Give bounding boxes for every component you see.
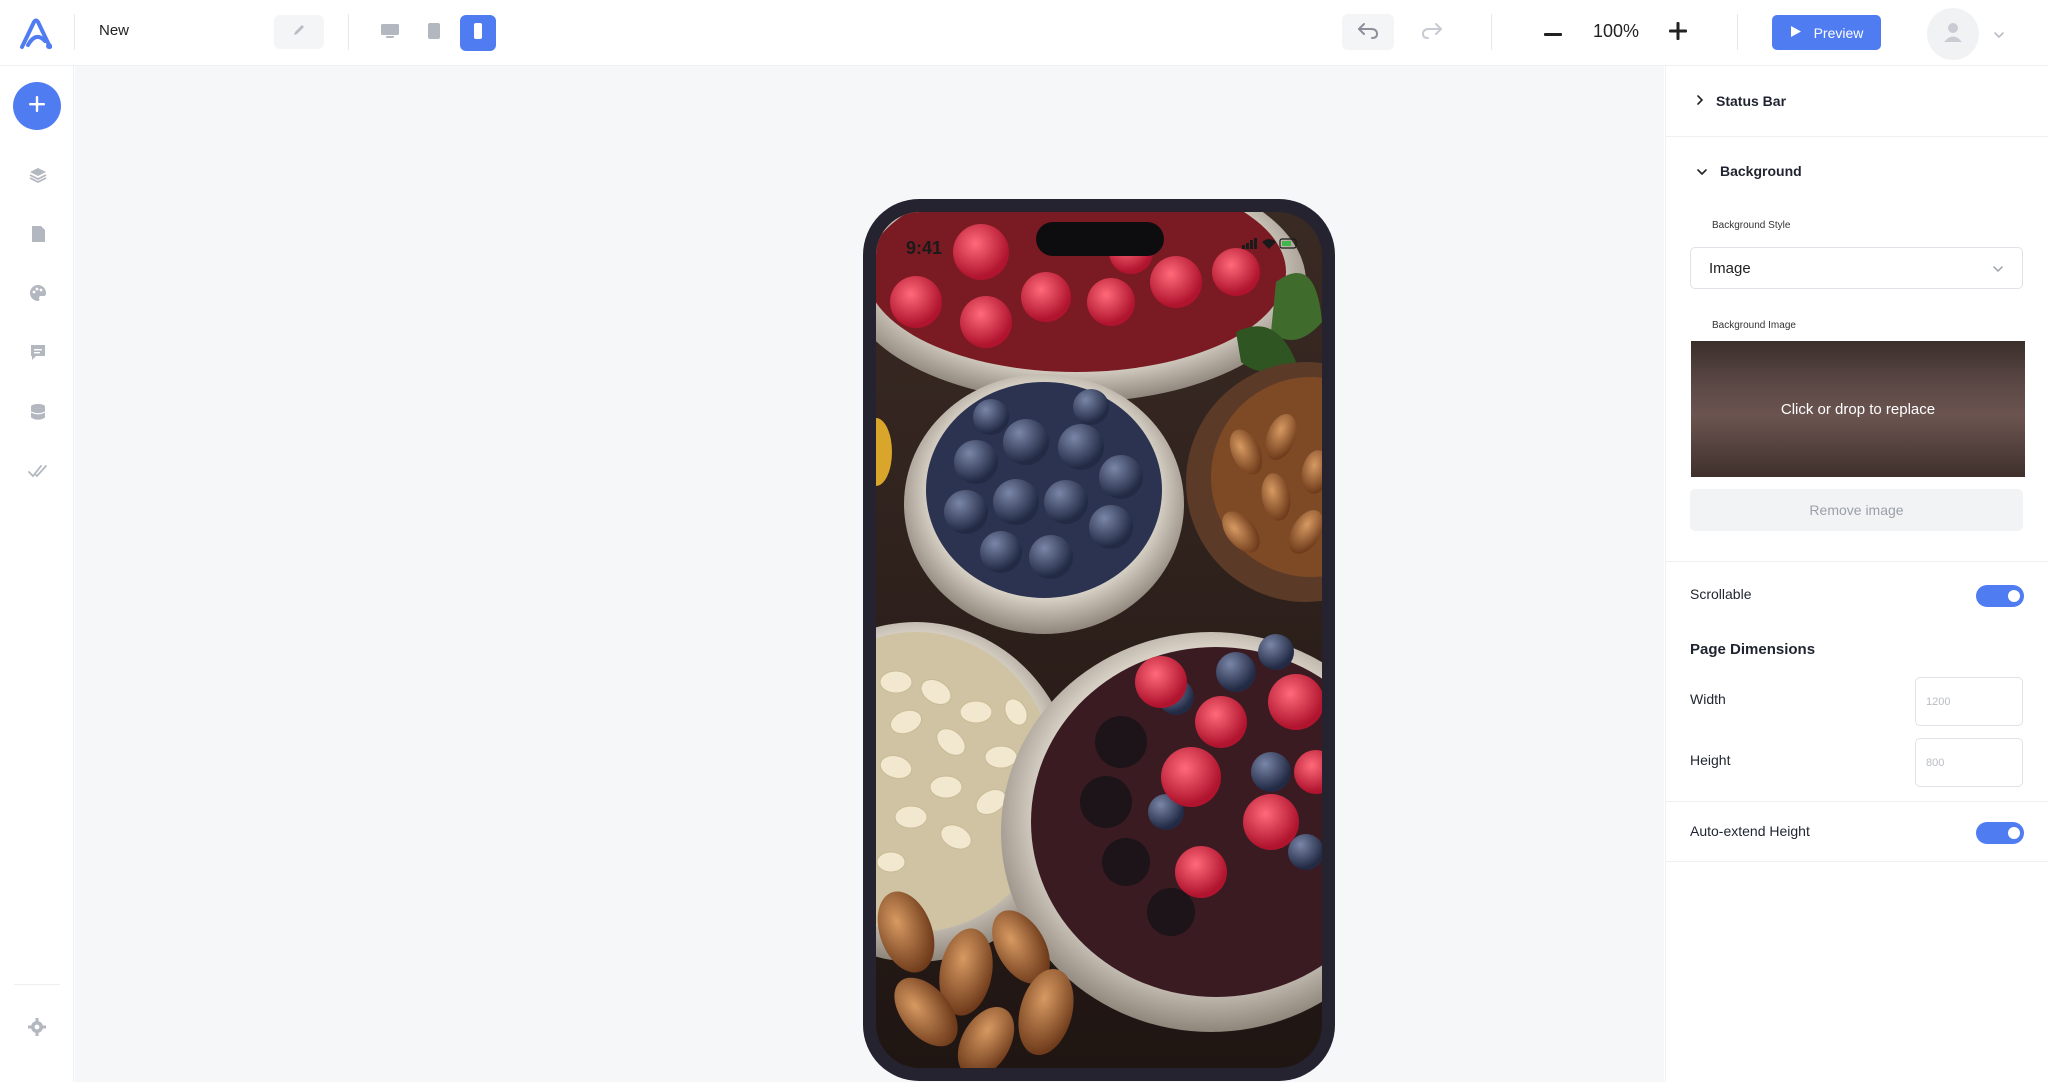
- comments-icon[interactable]: [27, 341, 49, 363]
- divider: [1666, 136, 2048, 137]
- pages-icon[interactable]: [27, 223, 49, 245]
- height-input[interactable]: 800: [1915, 738, 2023, 787]
- checks-icon[interactable]: [27, 460, 49, 482]
- tablet-icon: [427, 22, 441, 45]
- divider: [1666, 861, 2048, 862]
- device-frame: 9:41: [863, 199, 1335, 1081]
- database-icon[interactable]: [27, 401, 49, 423]
- device-screen-background-image[interactable]: 9:41: [876, 212, 1322, 1068]
- pencil-icon: [292, 23, 306, 42]
- phone-icon: [472, 22, 484, 45]
- divider: [1666, 801, 2048, 802]
- layers-icon[interactable]: [27, 164, 49, 186]
- undo-button[interactable]: [1342, 14, 1394, 50]
- background-section-toggle[interactable]: Background: [1696, 163, 1802, 179]
- divider: [348, 14, 349, 50]
- zoom-out-button[interactable]: [1536, 16, 1570, 50]
- device-desktop-button[interactable]: [372, 15, 408, 51]
- remove-image-button[interactable]: Remove image: [1690, 489, 2023, 531]
- background-title: Background: [1720, 163, 1802, 179]
- background-style-label: Background Style: [1712, 220, 1791, 231]
- properties-panel: Status Bar Background Background Style I…: [1665, 66, 2048, 1082]
- width-input[interactable]: 1200: [1915, 677, 2023, 726]
- monitor-icon: [380, 23, 400, 44]
- preview-label: Preview: [1813, 24, 1864, 41]
- width-label: Width: [1690, 691, 1726, 707]
- undo-icon: [1356, 20, 1380, 45]
- divider: [1737, 14, 1738, 50]
- redo-button[interactable]: [1406, 14, 1458, 50]
- canvas-area[interactable]: 9:41: [75, 66, 1664, 1082]
- status-icons: [1242, 236, 1298, 255]
- background-photo: [876, 212, 1322, 1068]
- background-image-label: Background Image: [1712, 320, 1796, 331]
- divider: [14, 984, 60, 985]
- top-toolbar: New 100% Preview: [0, 0, 2048, 66]
- divider: [74, 14, 75, 50]
- rename-button[interactable]: [274, 15, 324, 49]
- status-bar-title: Status Bar: [1716, 93, 1787, 109]
- divider: [1666, 561, 2048, 562]
- height-label: Height: [1690, 752, 1731, 768]
- plus-icon: [1669, 21, 1687, 45]
- background-style-value: Image: [1709, 259, 1751, 277]
- chevron-right-icon: [1696, 93, 1704, 109]
- play-icon: [1790, 25, 1802, 41]
- add-element-button[interactable]: [13, 82, 61, 130]
- page-dimensions-title: Page Dimensions: [1690, 641, 1816, 658]
- left-sidebar: [0, 66, 74, 1082]
- zoom-level: 100%: [1592, 21, 1640, 41]
- gear-icon[interactable]: [26, 1016, 48, 1038]
- brand-logo-icon[interactable]: [18, 17, 54, 51]
- zoom-in-button[interactable]: [1661, 16, 1695, 50]
- auto-extend-height-toggle[interactable]: [1976, 822, 2024, 844]
- redo-icon: [1420, 20, 1444, 45]
- theme-palette-icon[interactable]: [27, 282, 49, 304]
- scrollable-label: Scrollable: [1690, 586, 1752, 602]
- scrollable-toggle[interactable]: [1976, 585, 2024, 607]
- user-icon: [1943, 21, 1963, 48]
- status-bar-section-toggle[interactable]: Status Bar: [1696, 93, 1786, 109]
- replace-hint: Click or drop to replace: [1780, 400, 1936, 418]
- chevron-down-icon: [1696, 163, 1708, 179]
- minus-icon: [1544, 24, 1562, 42]
- dynamic-island: [1036, 222, 1164, 256]
- user-avatar[interactable]: [1927, 8, 1979, 60]
- device-tablet-button[interactable]: [416, 15, 452, 51]
- chevron-down-icon[interactable]: [1993, 26, 2005, 44]
- device-mobile-button[interactable]: [460, 15, 496, 51]
- preview-button[interactable]: Preview: [1772, 15, 1881, 50]
- auto-extend-height-label: Auto-extend Height: [1690, 823, 1810, 839]
- chevron-down-icon: [1992, 260, 2004, 277]
- background-style-select[interactable]: Image: [1690, 247, 2023, 289]
- project-name[interactable]: New: [99, 22, 129, 39]
- status-time: 9:41: [906, 238, 943, 258]
- plus-icon: [29, 95, 45, 117]
- divider: [1491, 14, 1492, 50]
- background-image-dropzone[interactable]: Click or drop to replace: [1691, 341, 2025, 477]
